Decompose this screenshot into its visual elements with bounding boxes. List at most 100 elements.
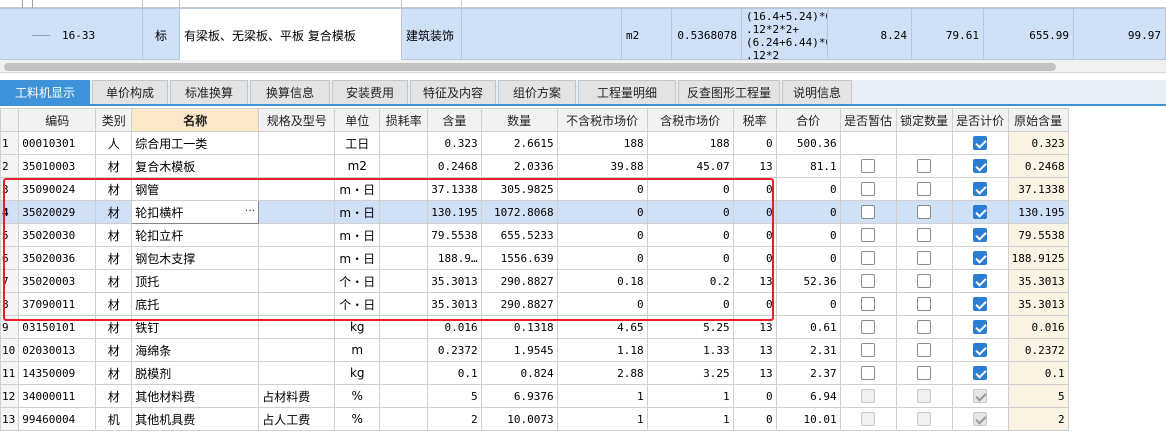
cell-price_in[interactable]: 1 [646,384,734,408]
cell-n[interactable]: 11 [0,361,20,385]
cell-price_in[interactable]: 3.25 [646,361,734,385]
cell-unit[interactable]: m・日 [334,223,381,247]
cell-name[interactable]: 其他机具费 [131,407,260,431]
cell-price_ex[interactable]: 4.65 [556,315,648,339]
cell-name-text[interactable]: 轮扣横杆 [135,206,183,220]
cell-price_in[interactable]: 45.07 [646,154,734,178]
cell-tax[interactable]: 0 [732,223,777,247]
cell-loss[interactable] [379,361,429,385]
cell-name[interactable]: 轮扣立杆 [131,223,260,247]
cell-lock-quantity[interactable] [895,315,953,339]
cell-lock-quantity[interactable] [895,384,953,408]
cell-cat[interactable]: 材 [95,292,133,316]
cell-priced[interactable] [951,292,1009,316]
cell-total[interactable]: 0 [775,246,841,270]
more-options-icon[interactable]: ··· [245,204,256,217]
cell-spec[interactable] [258,292,336,316]
cell-qty[interactable]: 1072.8068 [480,200,558,224]
cell-spec[interactable] [258,223,336,247]
cell-unit[interactable]: m [334,338,381,362]
cell-lock-quantity-checkbox[interactable] [917,159,932,174]
cell-code[interactable]: 35090024 [18,177,97,201]
cell-tax[interactable]: 13 [732,154,777,178]
cell-content[interactable]: 130.195 [427,200,482,224]
cell-n[interactable]: 9 [0,315,20,339]
column-header-0[interactable] [0,108,20,132]
cell-original-content[interactable]: 0.2372 [1007,338,1069,362]
tab-9[interactable]: 说明信息 [782,80,852,104]
cell-price_ex[interactable]: 0.18 [556,269,648,293]
cell-lock-quantity-checkbox[interactable] [917,205,932,220]
cell-original-content[interactable]: 0.323 [1007,131,1069,155]
cell-content[interactable]: 0.016 [427,315,482,339]
cell-tax[interactable]: 0 [732,200,777,224]
cell-loss[interactable] [379,338,429,362]
cell-spec[interactable] [258,200,336,224]
table-row[interactable]: 9 03150101 材铁钉 kg 0.016 0.1318 4.65 5.25 13 0.61 0… [0,315,1069,339]
cell-name[interactable]: 复合木模板 [131,154,260,178]
column-header-14[interactable]: 锁定数量 [895,108,953,132]
tab-4[interactable]: 安装费用 [332,80,408,104]
cell-content[interactable]: 2 [427,407,482,431]
cell-total[interactable]: 0 [775,223,841,247]
cell-qty[interactable]: 655.5233 [480,223,558,247]
cell-priced-checkbox[interactable] [973,343,988,358]
cell-qty[interactable]: 290.8827 [480,269,558,293]
cell-qty[interactable]: 2.0336 [480,154,558,178]
cell-priced[interactable] [951,269,1009,293]
cell-name[interactable]: 海绵条 [131,338,260,362]
quota-row-selected[interactable]: 16-33 标 有梁板、无梁板、平板 复合模板 建筑装饰 m2 0.536807… [0,8,1166,60]
tab-6[interactable]: 组价方案 [498,80,576,104]
cell-total[interactable]: 81.1 [775,154,841,178]
cell-price_in[interactable]: 1.33 [646,338,734,362]
cell-name[interactable]: 底托 [131,292,260,316]
cell-unit[interactable]: m・日 [334,246,381,270]
cell-spec[interactable] [258,154,336,178]
cell-spec[interactable]: 占材料费 [258,384,336,408]
cell-cat[interactable]: 材 [95,269,133,293]
cell-lock-quantity[interactable] [895,407,953,431]
cell-price_ex[interactable]: 1 [556,407,648,431]
cell-loss[interactable] [379,177,429,201]
table-row[interactable]: 7 35020003 材顶托 个・日 35.3013 290.8827 0.18 0.2 13 5… [0,269,1069,293]
cell-provisional[interactable] [839,361,897,385]
cell-n[interactable]: 8 [0,292,20,316]
cell-priced-checkbox[interactable] [973,297,988,312]
previous-quota-row[interactable] [0,0,1166,8]
cell-loss[interactable] [379,154,429,178]
cell-unit[interactable]: % [334,407,381,431]
table-row[interactable]: 8 37090011 材底托 个・日 35.3013 290.8827 0 0 0 0 35.301… [0,292,1069,316]
cell-loss[interactable] [379,292,429,316]
cell-cat[interactable]: 材 [95,246,133,270]
quota-formula[interactable]: (16.4+5.24)*0 .12*2*2+ (6.24+6.44)*0 .12… [742,9,828,60]
cell-n[interactable]: 4 [0,200,20,224]
cell-priced[interactable] [951,177,1009,201]
column-header-3[interactable]: 名称 [131,108,260,132]
cell-price_in[interactable]: 0 [646,246,734,270]
cell-original-content[interactable]: 2 [1007,407,1069,431]
table-row[interactable]: 1 00010301 人综合用工一类 工日 0.323 2.6615 188 188 0 500.… [0,131,1069,155]
cell-n[interactable]: 5 [0,223,20,247]
column-header-10[interactable]: 含税市场价 [646,108,734,132]
cell-original-content[interactable]: 130.195 [1007,200,1069,224]
tab-2[interactable]: 标准换算 [170,80,248,104]
cell-name[interactable]: 其他材料费 [131,384,260,408]
cell-provisional-checkbox[interactable] [861,343,876,358]
cell-lock-quantity-checkbox[interactable] [917,228,932,243]
cell-code[interactable]: 14350009 [18,361,97,385]
cell-cat[interactable]: 材 [95,338,133,362]
cell-content[interactable]: 0.2468 [427,154,482,178]
cell-price_ex[interactable]: 0 [556,200,648,224]
cell-unit[interactable]: kg [334,361,381,385]
cell-total[interactable]: 0 [775,177,841,201]
cell-cat[interactable]: 材 [95,361,133,385]
cell-unit[interactable]: % [334,384,381,408]
column-header-11[interactable]: 税率 [732,108,777,132]
cell-lock-quantity[interactable] [895,292,953,316]
cell-total[interactable]: 0 [775,292,841,316]
cell-provisional-checkbox[interactable] [861,205,876,220]
cell-unit[interactable]: m・日 [334,177,381,201]
cell-original-content[interactable]: 35.3013 [1007,269,1069,293]
cell-provisional[interactable] [839,246,897,270]
cell-lock-quantity-checkbox[interactable] [917,366,932,381]
